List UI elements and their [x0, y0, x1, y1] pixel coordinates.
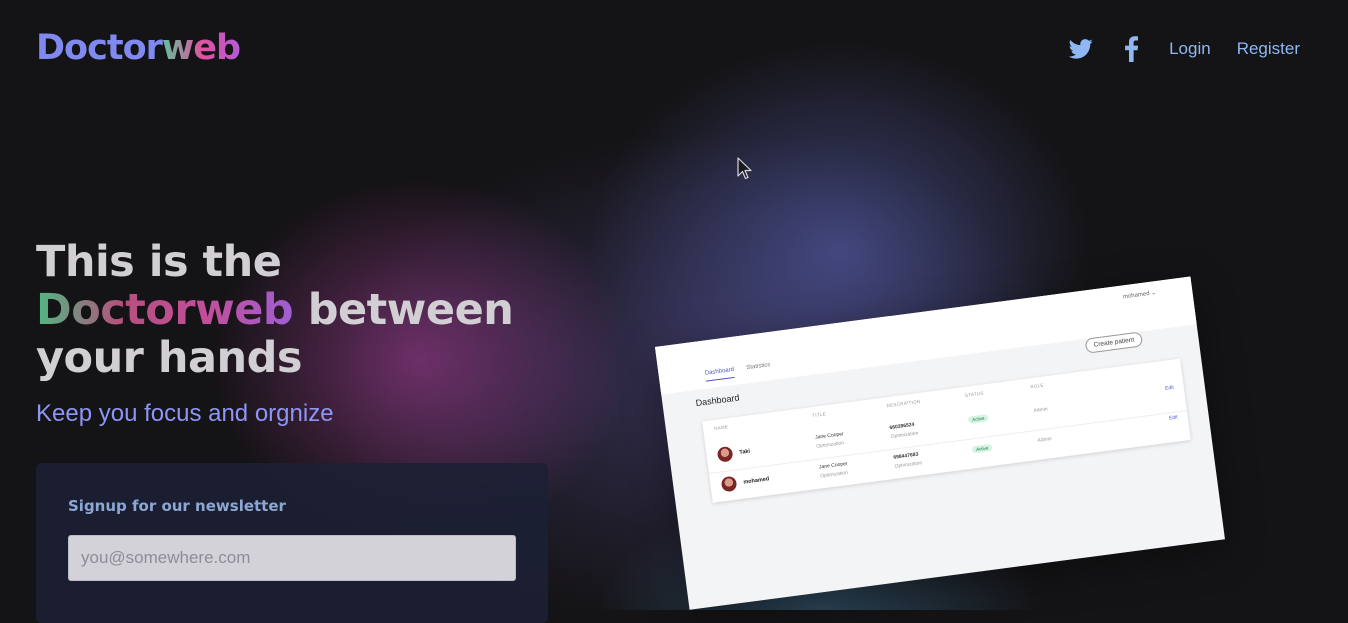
newsletter-email-input[interactable]: [68, 535, 516, 581]
row-edit-link: Edit: [1168, 414, 1179, 422]
preview-col-role: ROLE: [1030, 382, 1045, 390]
row-title-sub: Optimization: [819, 469, 849, 480]
hero-title: This is the Doctorweb between your hands: [36, 237, 514, 383]
hero-title-brand: Doctorweb: [36, 285, 294, 335]
avatar: [716, 445, 734, 463]
preview-col-name: NAME: [713, 424, 729, 431]
preview-table: NAME TITLE DESCRIPTION STATUS ROLE Taki …: [702, 358, 1191, 503]
logo-accent: web: [161, 28, 241, 68]
preview-col-title: TITLE: [811, 411, 827, 419]
preview-col-status: STATUS: [964, 390, 985, 398]
status-badge: Active: [971, 443, 993, 454]
login-link[interactable]: Login: [1169, 39, 1211, 59]
hero-title-line3: your hands: [36, 333, 302, 383]
preview-tab-statistics: Statistics: [746, 362, 771, 372]
hero-subtitle: Keep you focus and orgnize: [36, 400, 334, 427]
preview-col-description: DESCRIPTION: [886, 398, 921, 409]
row-description-sub: Optimization: [894, 460, 923, 470]
row-title: Jane Cooper: [818, 460, 848, 471]
top-nav: Login Register: [1069, 36, 1300, 62]
logo-primary: Doctor: [36, 28, 163, 68]
hero-title-line1: This is the: [36, 237, 282, 287]
status-badge: Active: [967, 414, 989, 424]
row-role: Admin: [1037, 436, 1052, 444]
row-description-sub: Optimization: [890, 430, 919, 440]
dashboard-preview: mohamed ⌄ Dashboard Statistics Dashboard…: [655, 276, 1225, 610]
preview-tab-dashboard: Dashboard: [704, 366, 736, 382]
preview-title: Dashboard: [695, 392, 740, 409]
row-title-sub: Optimization: [816, 440, 845, 450]
mouse-cursor-icon: [737, 157, 752, 180]
row-edit-link: Edit: [1164, 384, 1175, 392]
row-description: 698447683: [893, 451, 919, 461]
avatar: [720, 475, 738, 493]
row-name: mohamed: [743, 476, 770, 486]
newsletter-card: Signup for our newsletter: [36, 463, 548, 623]
hero-title-between: between: [307, 285, 514, 335]
preview-user-menu: mohamed ⌄: [1122, 290, 1157, 301]
twitter-icon[interactable]: [1069, 36, 1093, 62]
row-role: Admin: [1033, 406, 1049, 415]
row-name: Taki: [739, 448, 751, 456]
newsletter-heading: Signup for our newsletter: [68, 497, 286, 515]
logo[interactable]: Doctorweb: [36, 28, 241, 68]
register-link[interactable]: Register: [1237, 39, 1300, 59]
row-description: 660396524: [889, 421, 915, 432]
facebook-icon[interactable]: [1119, 36, 1143, 62]
row-title: Jane Cooper: [814, 431, 845, 441]
